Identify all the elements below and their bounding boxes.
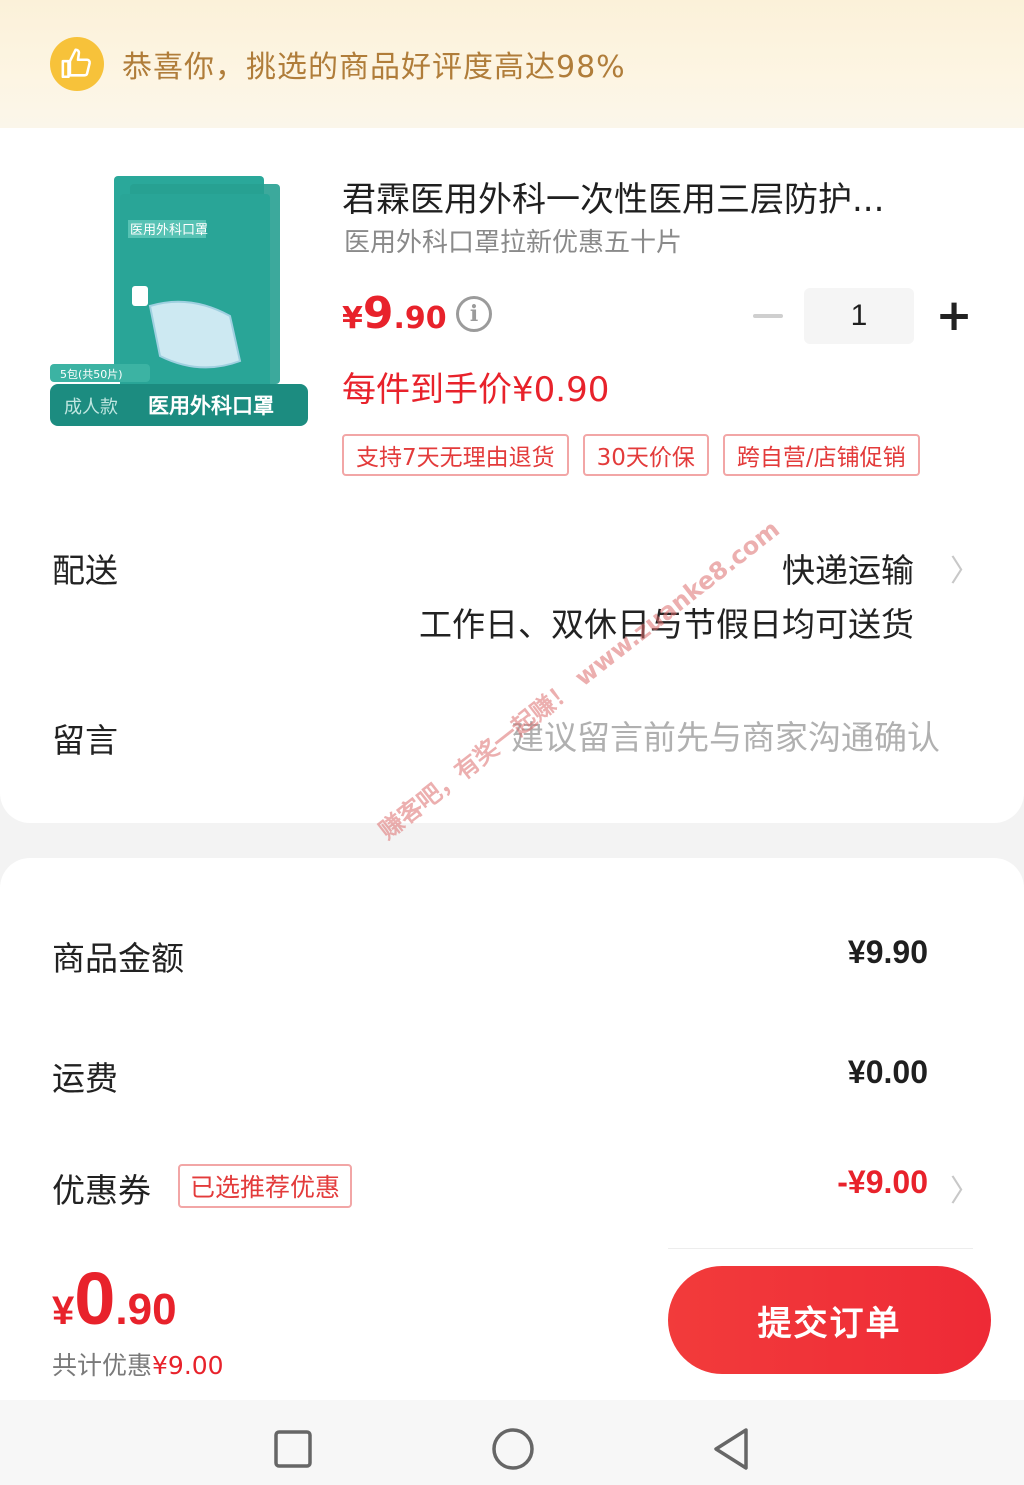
pack-title: 医用外科口罩: [130, 223, 208, 238]
delivery-method[interactable]: 快递运输: [782, 544, 914, 592]
decrease-button[interactable]: [748, 288, 788, 344]
goods-amount-label: 商品金额: [52, 939, 184, 978]
back-button[interactable]: [706, 1424, 756, 1474]
message-label: 留言: [52, 721, 118, 760]
increase-button[interactable]: +: [934, 288, 974, 344]
total-price: ¥ 0 .90: [52, 1256, 177, 1341]
quantity-stepper: 1 +: [748, 288, 978, 344]
info-icon[interactable]: i: [456, 296, 492, 332]
each-price: 每件到手价¥0.90: [342, 370, 610, 410]
minus-icon: [753, 314, 783, 318]
banner-text: 恭喜你，挑选的商品好评度高达98%: [122, 50, 626, 85]
product-subtitle: 医用外科口罩拉新优惠五十片: [344, 228, 683, 258]
thumbs-up-icon: [50, 37, 104, 91]
order-card: 医用外科口罩 5包(共50片) 成人款 医用外科口罩 君霖医用外科一次性医用三层…: [0, 128, 1024, 845]
discount-amount: ¥9.00: [152, 1351, 224, 1380]
shipping-label: 运费: [52, 1059, 118, 1098]
discount-label: 共计优惠: [52, 1351, 153, 1380]
badge-label: 成人款: [64, 397, 118, 418]
product-image[interactable]: 医用外科口罩 5包(共50片) 成人款 医用外科口罩: [50, 176, 308, 426]
square-icon: [274, 1430, 312, 1468]
pack-count-label: 5包(共50片): [60, 368, 123, 381]
total-decimal: .90: [115, 1285, 177, 1334]
coupon-amount[interactable]: -¥9.00: [837, 1164, 928, 1201]
goods-amount: ¥9.90: [847, 934, 928, 970]
circle-icon: [492, 1428, 534, 1470]
coupon-label: 优惠券: [52, 1171, 151, 1210]
submit-order-button[interactable]: 提交订单: [668, 1266, 991, 1374]
system-nav-bar: [0, 1400, 1024, 1485]
delivery-label: 配送: [52, 551, 118, 590]
praise-banner: 恭喜你，挑选的商品好评度高达98%: [0, 0, 1024, 128]
total-symbol: ¥: [52, 1289, 75, 1333]
product-label: 医用外科口罩: [148, 394, 274, 418]
coupon-badge: 已选推荐优惠: [178, 1164, 353, 1208]
price-symbol: ¥: [342, 301, 363, 336]
chevron-right-icon[interactable]: 〉: [950, 546, 980, 590]
total-integer: 0: [74, 1257, 116, 1340]
product-price: ¥ 9 .90: [342, 288, 447, 339]
triangle-back-icon: [714, 1428, 748, 1470]
price-integer: 9: [362, 288, 394, 339]
tag-promotion: 跨自营/店铺促销: [722, 434, 920, 476]
recent-apps-button[interactable]: [268, 1424, 318, 1474]
home-button[interactable]: [488, 1424, 538, 1474]
watermark: 赚客吧，有奖一起赚！ www.zuanke8.com: [373, 514, 785, 845]
chevron-right-icon[interactable]: 〉: [950, 1166, 980, 1210]
price-decimal: .90: [393, 301, 447, 336]
total-discount: 共计优惠¥9.00: [52, 1346, 224, 1382]
summary-card: 商品金额 ¥9.90 运费 ¥0.00 优惠券 已选推荐优惠 -¥9.00 〉 …: [0, 858, 1024, 1485]
divider: [668, 1248, 973, 1249]
tag-price-protect: 30天价保: [582, 434, 709, 476]
product-title[interactable]: 君霖医用外科一次性医用三层防护...: [342, 172, 942, 221]
shipping-amount: ¥0.00: [847, 1054, 928, 1090]
tag-return: 支持7天无理由退货: [342, 434, 569, 476]
quantity-field[interactable]: 1: [804, 288, 914, 344]
service-tags: 支持7天无理由退货 30天价保 跨自营/店铺促销: [342, 434, 920, 476]
